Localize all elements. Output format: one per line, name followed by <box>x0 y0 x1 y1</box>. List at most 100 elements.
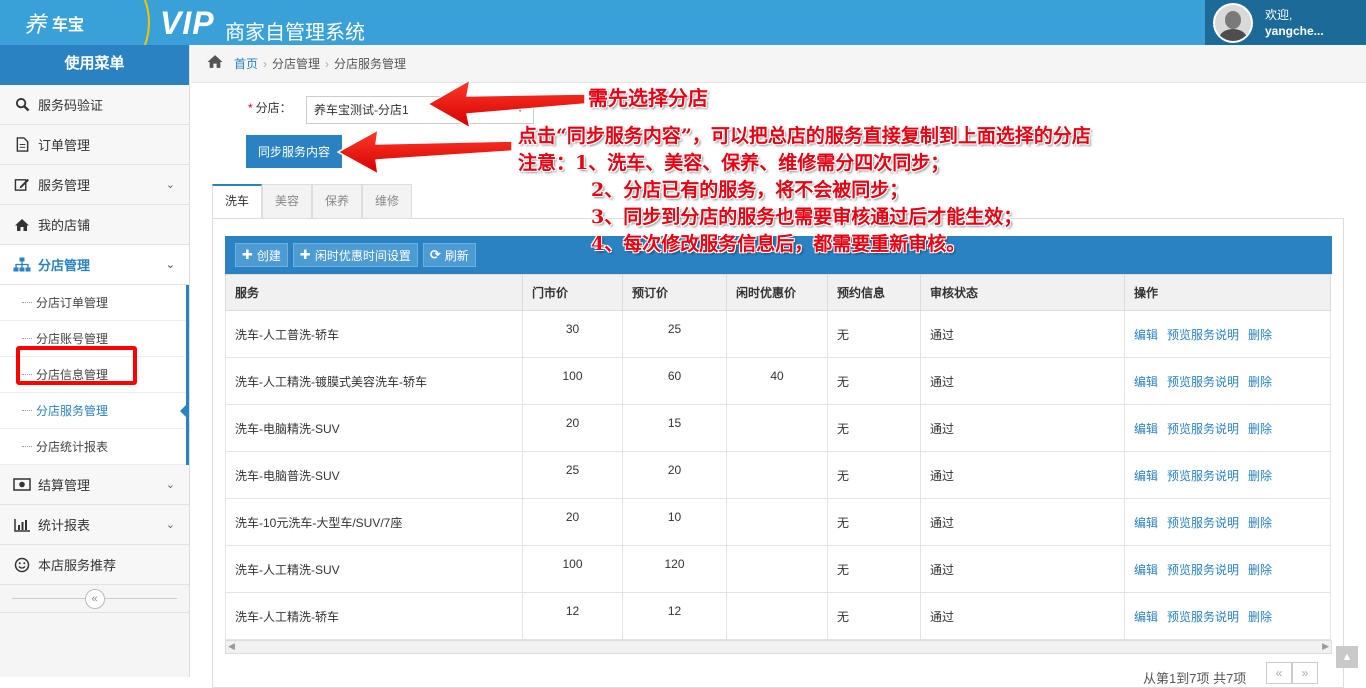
row-actions: 编辑 预览服务说明 删除 <box>1124 498 1331 546</box>
sidebar-item-settlement[interactable]: 结算管理 ⌄ <box>0 465 189 505</box>
horizontal-scrollbar[interactable]: ◀ ▶ <box>225 640 1332 654</box>
sidebar-item-reports[interactable]: 统计报表 ⌄ <box>0 505 189 545</box>
delete-link[interactable]: 删除 <box>1248 563 1272 577</box>
appointment-info: 无 <box>827 545 921 593</box>
edit-icon <box>12 177 32 193</box>
column-header[interactable]: 审核状态 <box>920 274 1125 311</box>
next-page-button[interactable]: » <box>1292 662 1318 684</box>
idle-time-settings-button[interactable]: ✚ 闲时优惠时间设置 <box>292 243 418 267</box>
column-header[interactable]: 闲时优惠价 <box>726 274 828 311</box>
table-row[interactable]: 洗车-人工精洗-镀膜式美容洗车-轿车 100 60 40 无 通过 编辑 预览服务… <box>225 357 1331 405</box>
tab-maintenance[interactable]: 保养 <box>312 184 363 218</box>
user-menu[interactable]: 欢迎, yangche... <box>1205 0 1366 45</box>
create-button[interactable]: ✚ 创建 <box>235 243 288 267</box>
appointment-info: 无 <box>827 451 921 499</box>
scroll-right-icon[interactable]: ▶ <box>1322 641 1329 652</box>
table-row[interactable]: 洗车-电脑普洗-SUV 25 20 无 通过 编辑 预览服务说明 删除 <box>225 451 1331 499</box>
tab-repair[interactable]: 维修 <box>362 184 413 218</box>
sidebar-subitem-branch-orders[interactable]: 分店订单管理 <box>0 285 186 321</box>
sidebar-item-verify[interactable]: 服务码验证 <box>0 85 189 125</box>
breadcrumb-separator: › <box>325 56 330 71</box>
sidebar-subitem-branch-reports[interactable]: 分店统计报表 <box>0 429 186 465</box>
tab-car-wash[interactable]: 洗车 <box>212 184 263 219</box>
edit-link[interactable]: 编辑 <box>1134 563 1158 577</box>
brand-separator <box>144 0 150 45</box>
branch-select-value: 养车宝测试-分店1 <box>314 103 409 117</box>
edit-link[interactable]: 编辑 <box>1134 516 1158 530</box>
sidebar-subitem-branch-services[interactable]: 分店服务管理 <box>0 393 189 429</box>
breadcrumb-current: 分店服务管理 <box>334 57 407 71</box>
appointment-info: 无 <box>827 310 921 358</box>
preview-link[interactable]: 预览服务说明 <box>1167 563 1239 577</box>
sync-services-button[interactable]: 同步服务内容 <box>246 135 342 168</box>
table-row[interactable]: 洗车-人工精洗-SUV 100 120 无 通过 编辑 预览服务说明 删除 <box>225 545 1331 593</box>
column-header[interactable]: 服务 <box>225 274 523 311</box>
plus-icon: ✚ <box>242 247 253 262</box>
refresh-button[interactable]: ⟳ 刷新 <box>422 243 476 267</box>
preview-link[interactable]: 预览服务说明 <box>1167 328 1239 342</box>
service-name: 洗车-人工普洗-轿车 <box>225 310 523 358</box>
appointment-info: 无 <box>827 592 921 640</box>
sidebar-subitem-label: 分店账号管理 <box>36 332 109 346</box>
prev-page-button[interactable]: « <box>1266 662 1292 684</box>
annotation-note-4: 4、每次修改服务信息后，都需要重新审核。 <box>591 233 966 255</box>
scroll-left-icon[interactable]: ◀ <box>228 641 235 652</box>
preview-link[interactable]: 预览服务说明 <box>1167 422 1239 436</box>
collapse-sidebar-button[interactable]: « <box>84 588 105 609</box>
table-row[interactable]: 洗车-人工精洗-轿车 12 12 无 通过 编辑 预览服务说明 删除 <box>225 592 1331 640</box>
home-icon <box>12 217 32 233</box>
branch-label: * 分店： <box>248 99 292 116</box>
column-header[interactable]: 预约信息 <box>827 274 921 311</box>
sidebar-item-orders[interactable]: 订单管理 <box>0 125 189 165</box>
edit-link[interactable]: 编辑 <box>1134 328 1158 342</box>
preview-link[interactable]: 预览服务说明 <box>1167 469 1239 483</box>
delete-link[interactable]: 删除 <box>1248 610 1272 624</box>
sidebar-item-services[interactable]: 服务管理 ⌄ <box>0 165 189 205</box>
chevron-down-icon: ⌄ <box>165 479 175 491</box>
table-row[interactable]: 洗车-电脑精洗-SUV 20 15 无 通过 编辑 预览服务说明 删除 <box>225 404 1331 452</box>
preview-link[interactable]: 预览服务说明 <box>1167 516 1239 530</box>
breadcrumb-separator: › <box>263 56 268 71</box>
branch-label-text: 分店： <box>255 101 292 115</box>
idle-price: 40 <box>726 357 828 405</box>
delete-link[interactable]: 删除 <box>1248 422 1272 436</box>
table-row[interactable]: 洗车-10元洗车-大型车/SUV/7座 20 10 无 通过 编辑 预览服务说明删… <box>225 498 1331 546</box>
sidebar-subitem-label: 分店订单管理 <box>36 296 109 310</box>
review-status: 通过 <box>920 498 1125 546</box>
annotation-sync-hint: 点击“同步服务内容”，可以把总店的服务直接复制到上面选择的分店 <box>518 125 1091 147</box>
back-to-top-button[interactable]: ▲ <box>1336 646 1358 668</box>
edit-link[interactable]: 编辑 <box>1134 422 1158 436</box>
idle-price <box>726 404 828 452</box>
column-header[interactable]: 预订价 <box>622 274 727 311</box>
branch-select[interactable]: 养车宝测试-分店1 ▼ <box>306 96 534 124</box>
delete-link[interactable]: 删除 <box>1248 375 1272 389</box>
edit-link[interactable]: 编辑 <box>1134 375 1158 389</box>
sidebar-item-recommend[interactable]: 本店服务推荐 <box>0 545 189 585</box>
edit-link[interactable]: 编辑 <box>1134 469 1158 483</box>
tab-beauty[interactable]: 美容 <box>262 184 313 218</box>
edit-link[interactable]: 编辑 <box>1134 610 1158 624</box>
delete-link[interactable]: 删除 <box>1248 328 1272 342</box>
annotation-note-3: 3、同步到分店的服务也需要审核通过后才能生效； <box>591 206 1023 228</box>
highlight-box <box>16 346 137 385</box>
breadcrumb-home-link[interactable]: 首页 <box>234 55 258 72</box>
sidebar-item-label: 分店管理 <box>38 258 91 273</box>
sidebar-item-label: 结算管理 <box>38 478 91 493</box>
system-name: 商家自管理系统 <box>225 22 365 44</box>
sidebar-item-my-store[interactable]: 我的店铺 <box>0 205 189 245</box>
services-grid: ✚ 创建 ✚ 闲时优惠时间设置 ⟳ 刷新 服务 门市价 预订价 闲时优惠价 预约信息 … <box>225 236 1332 654</box>
table-row[interactable]: 洗车-人工普洗-轿车 30 25 无 通过 编辑 预览服务说明 删除 <box>225 310 1331 358</box>
brand[interactable]: 养 车宝 <box>0 0 150 45</box>
sidebar-item-label: 统计报表 <box>38 518 91 533</box>
sidebar-title: 使用菜单 <box>0 45 189 85</box>
breadcrumb-level1[interactable]: 分店管理 <box>272 55 320 72</box>
delete-link[interactable]: 删除 <box>1248 516 1272 530</box>
money-icon <box>12 477 32 493</box>
preview-link[interactable]: 预览服务说明 <box>1167 375 1239 389</box>
row-actions: 编辑 预览服务说明 删除 <box>1124 357 1331 405</box>
delete-link[interactable]: 删除 <box>1248 469 1272 483</box>
column-header[interactable]: 门市价 <box>522 274 623 311</box>
preview-link[interactable]: 预览服务说明 <box>1167 610 1239 624</box>
sidebar-item-branch-management[interactable]: 分店管理 ⌄ <box>0 245 189 285</box>
booking-price: 20 <box>622 451 727 499</box>
